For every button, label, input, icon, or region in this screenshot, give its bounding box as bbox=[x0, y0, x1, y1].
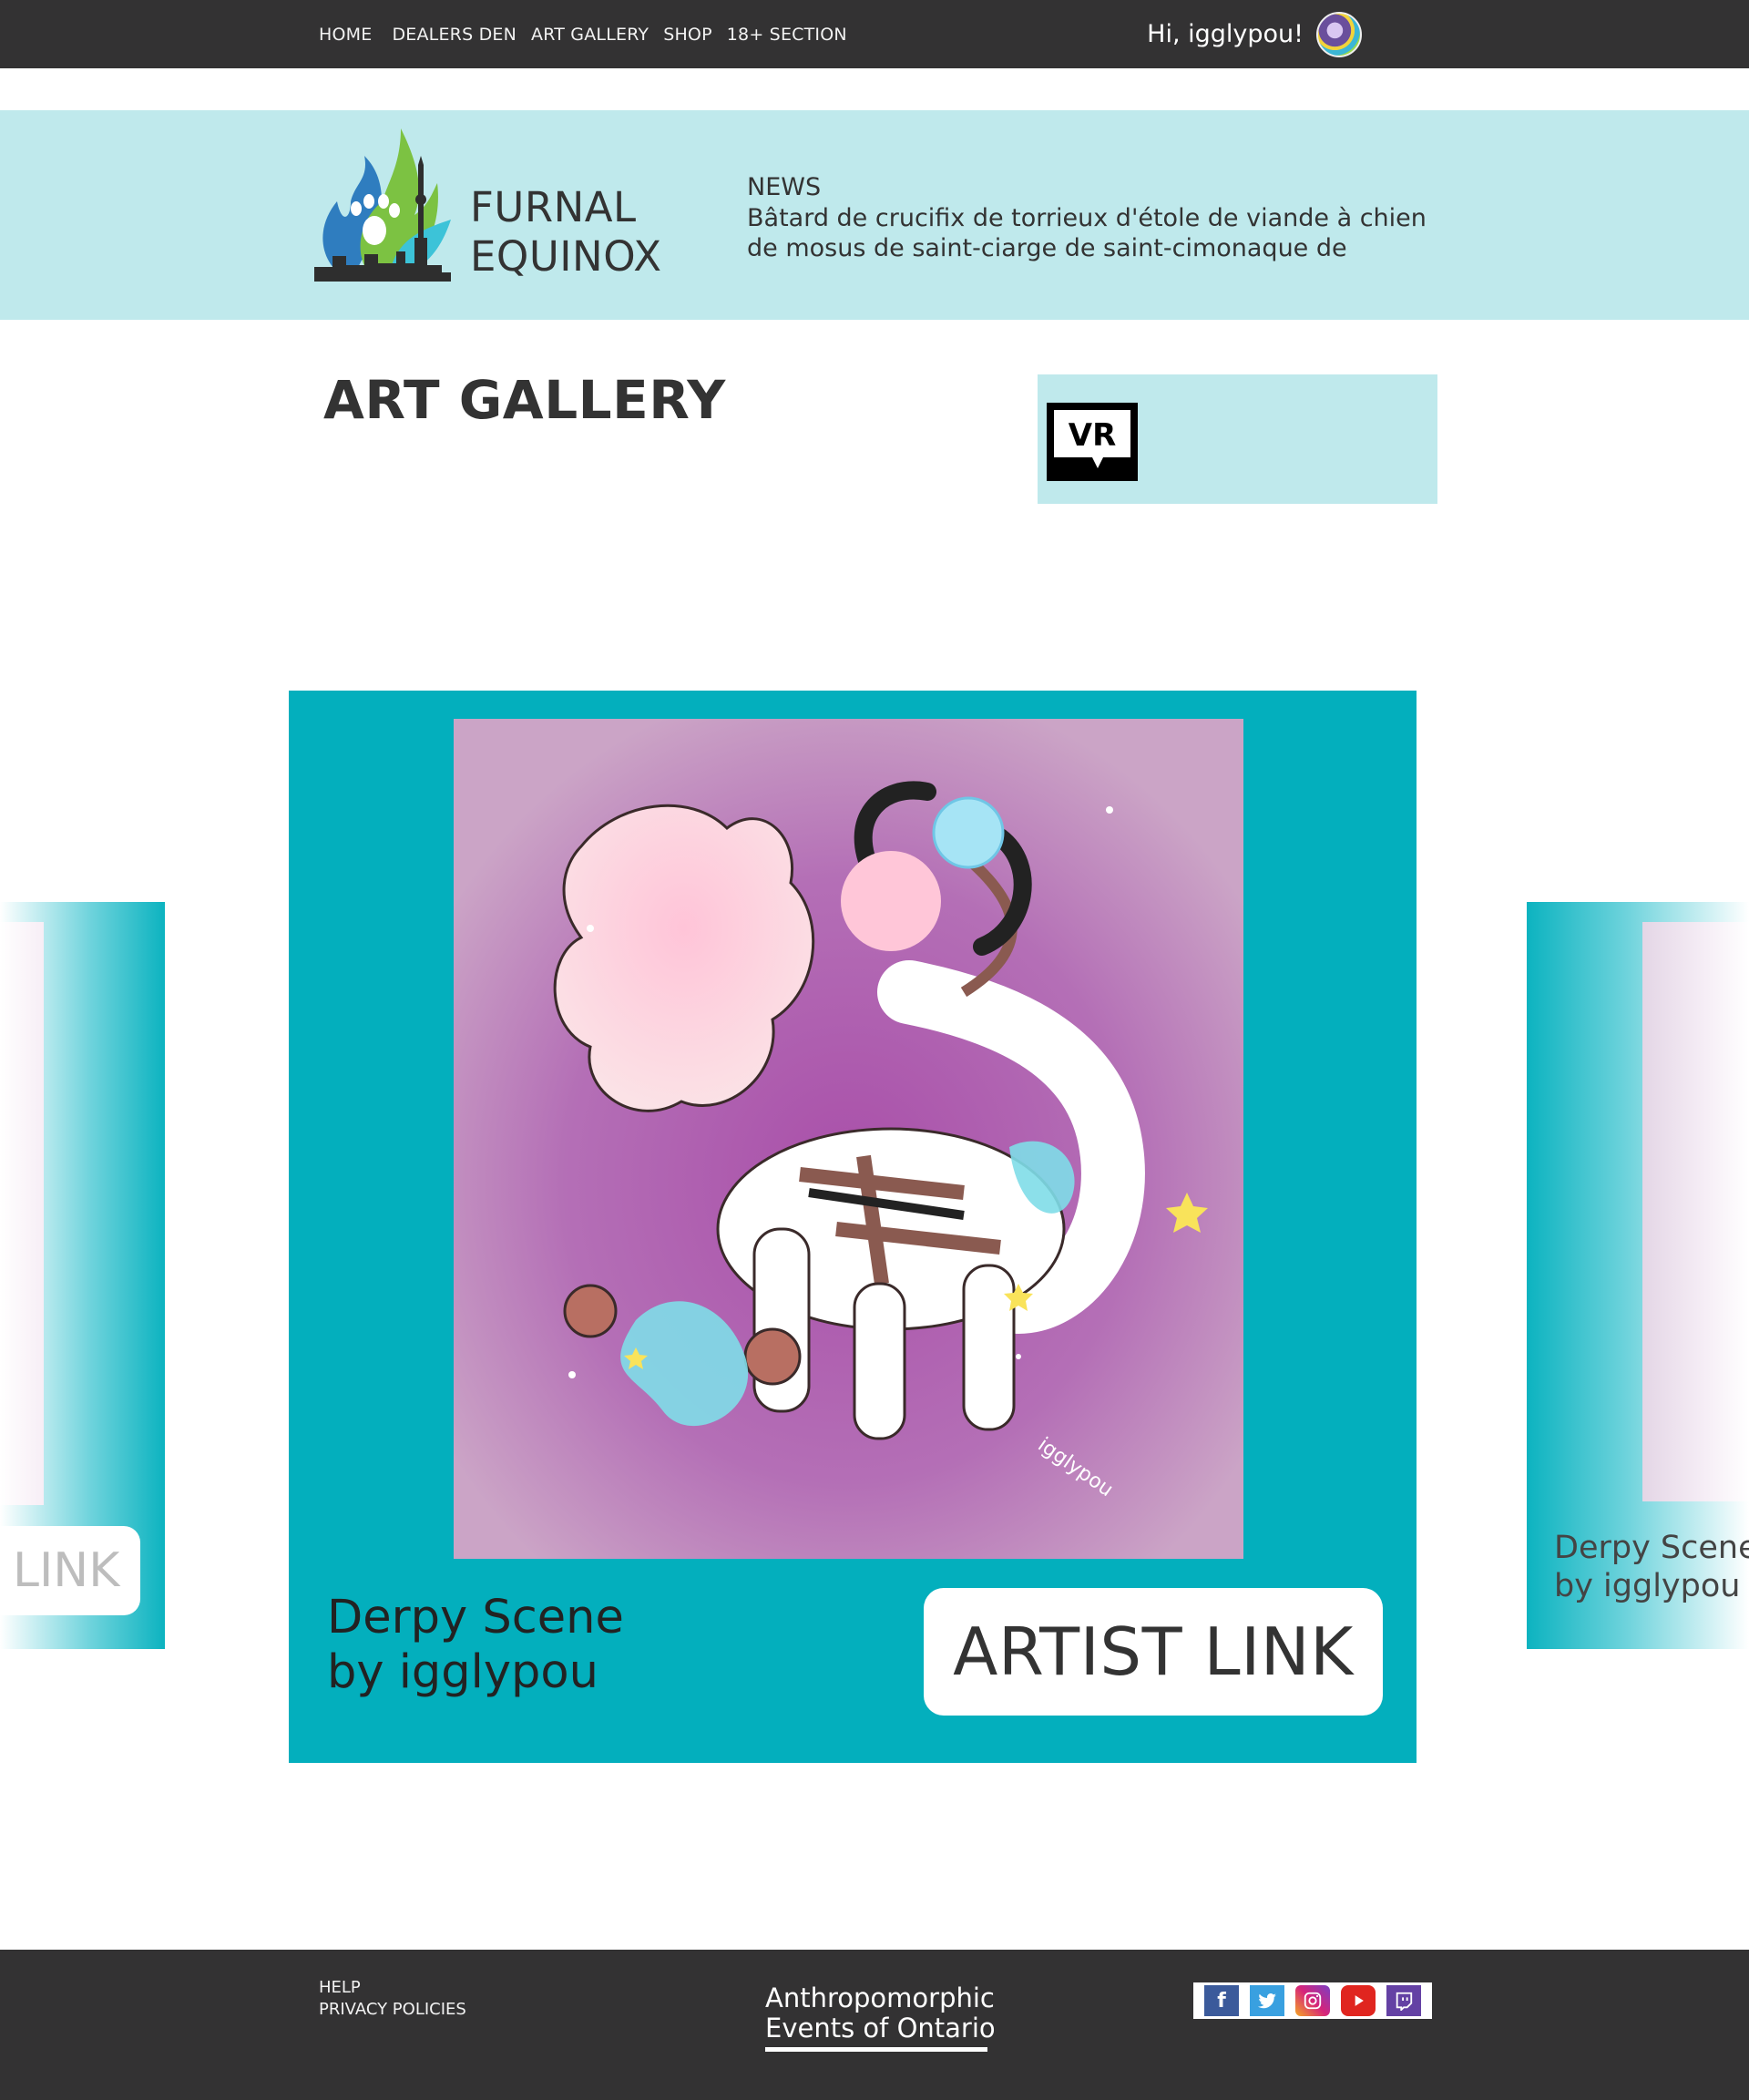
footer-links: HELP PRIVACY POLICIES bbox=[319, 1977, 466, 2020]
vr-chat-icon[interactable]: VR bbox=[1047, 403, 1138, 481]
instagram-icon[interactable] bbox=[1295, 1985, 1330, 2016]
user-avatar[interactable] bbox=[1316, 11, 1362, 57]
next-artwork-artist: by igglypou bbox=[1554, 1568, 1741, 1604]
footer-privacy-link[interactable]: PRIVACY POLICIES bbox=[319, 1999, 466, 2020]
brand-line-1: FURNAL bbox=[470, 183, 637, 231]
next-artwork bbox=[1642, 922, 1749, 1501]
nav-dealers-den[interactable]: DEALERS DEN bbox=[392, 25, 517, 45]
user-greeting[interactable]: Hi, igglypou! bbox=[1147, 0, 1362, 68]
main-nav: HOME DEALERS DEN ART GALLERY SHOP 18+ SE… bbox=[319, 0, 847, 68]
vr-label: VR bbox=[1069, 417, 1117, 454]
brand-line-2: EQUINOX bbox=[470, 232, 662, 281]
news-ticker: NEWS Bâtard de crucifix de torrieux d'ét… bbox=[747, 172, 1439, 263]
furnal-equinox-logo[interactable] bbox=[314, 128, 451, 282]
next-artwork-name: Derpy Scene bbox=[1554, 1530, 1749, 1566]
previous-artwork bbox=[0, 922, 44, 1505]
brand-name: FURNAL EQUINOX bbox=[470, 183, 662, 282]
news-title: NEWS bbox=[747, 173, 822, 201]
site-footer: HELP PRIVACY POLICIES Anthropomorphic Ev… bbox=[0, 1950, 1749, 2100]
aeo-line-2: Events of Ontario bbox=[765, 2013, 996, 2044]
social-links: f bbox=[1193, 1982, 1432, 2019]
artwork-title: Derpy Scene by igglypou bbox=[327, 1591, 624, 1700]
carousel-previous-card[interactable]: LINK bbox=[0, 902, 165, 1649]
artwork-artist: by igglypou bbox=[327, 1645, 598, 1699]
nav-home[interactable]: HOME bbox=[319, 25, 372, 45]
nav-shop[interactable]: SHOP bbox=[663, 25, 712, 45]
top-navigation-bar: HOME DEALERS DEN ART GALLERY SHOP 18+ SE… bbox=[0, 0, 1749, 68]
carousel-current-card: igglypou Derpy Scene by igglypou ARTIST … bbox=[289, 691, 1417, 1763]
artist-link-button[interactable]: ARTIST LINK bbox=[924, 1588, 1383, 1716]
youtube-icon[interactable] bbox=[1341, 1985, 1376, 2016]
artwork-image[interactable]: igglypou bbox=[454, 719, 1243, 1559]
artwork-illustration: igglypou bbox=[454, 719, 1243, 1559]
aeo-underline bbox=[765, 2047, 987, 2052]
site-header: FURNAL EQUINOX NEWS Bâtard de crucifix d… bbox=[0, 110, 1749, 320]
artwork-name: Derpy Scene bbox=[327, 1591, 624, 1644]
facebook-icon[interactable]: f bbox=[1204, 1985, 1239, 2016]
twitch-icon[interactable] bbox=[1386, 1985, 1421, 2016]
previous-artist-link-button[interactable]: LINK bbox=[0, 1526, 140, 1615]
nav-18-plus-section[interactable]: 18+ SECTION bbox=[727, 25, 847, 45]
twitter-icon[interactable] bbox=[1250, 1985, 1284, 2016]
greeting-text: Hi, igglypou! bbox=[1147, 20, 1304, 48]
aeo-line-1: Anthropomorphic bbox=[765, 1982, 995, 2013]
news-body: Bâtard de crucifix de torrieux d'étole d… bbox=[747, 204, 1427, 262]
footer-help-link[interactable]: HELP bbox=[319, 1977, 466, 1998]
vr-panel: VR bbox=[1038, 374, 1437, 504]
nav-art-gallery[interactable]: ART GALLERY bbox=[531, 25, 649, 45]
carousel-next-card[interactable]: Derpy Scene by igglypou bbox=[1527, 902, 1749, 1649]
next-artwork-title: Derpy Scene by igglypou bbox=[1554, 1529, 1749, 1605]
page-title: ART GALLERY bbox=[323, 369, 726, 431]
aeo-logo[interactable]: Anthropomorphic Events of Ontario bbox=[765, 1983, 996, 2044]
